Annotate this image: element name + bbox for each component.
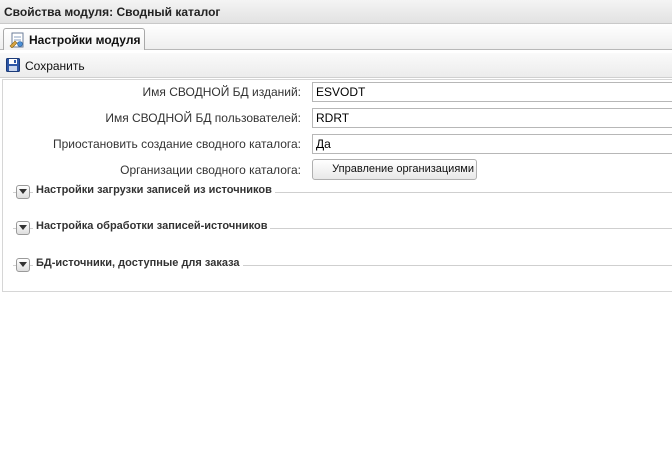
- save-label: Сохранить: [25, 59, 85, 73]
- settings-page-icon: [9, 32, 25, 49]
- users-db-input[interactable]: [312, 108, 672, 128]
- tab-label: Настройки модуля: [29, 33, 141, 47]
- section-source-loading: Настройки загрузки записей из источников: [13, 184, 672, 200]
- tab-module-settings[interactable]: Настройки модуля: [3, 28, 145, 50]
- suspend-catalog-field[interactable]: [312, 134, 672, 154]
- floppy-disk-icon: [6, 58, 20, 72]
- save-button[interactable]: Сохранить: [4, 57, 85, 74]
- section-title[interactable]: БД-источники, доступные для заказа: [33, 257, 243, 269]
- section-order-sources: БД-источники, доступные для заказа: [13, 257, 672, 273]
- field-label-users-db: Имя СВОДНОЙ БД пользователей:: [105, 111, 301, 125]
- publications-db-input[interactable]: [312, 82, 672, 102]
- section-source-processing: Настройка обработки записей-источников: [13, 220, 672, 236]
- window-title: Свойства модуля: Сводный каталог: [4, 5, 221, 19]
- field-label-organizations: Организации сводного каталога:: [120, 163, 301, 177]
- expand-toggle-icon[interactable]: [16, 221, 30, 235]
- module-settings-form: Имя СВОДНОЙ БД изданий: Имя СВОДНОЙ БД п…: [2, 79, 672, 292]
- section-title[interactable]: Настройка обработки записей-источников: [33, 220, 271, 232]
- field-label-publications-db: Имя СВОДНОЙ БД изданий:: [142, 85, 301, 99]
- window-title-bar: Свойства модуля: Сводный каталог: [0, 0, 672, 24]
- field-label-suspend-catalog: Приостановить создание сводного каталога…: [52, 137, 301, 151]
- section-title[interactable]: Настройки загрузки записей из источников: [33, 184, 275, 196]
- tab-strip: Настройки модуля: [0, 24, 672, 50]
- toolbar: Сохранить: [0, 53, 672, 78]
- expand-toggle-icon[interactable]: [16, 185, 30, 199]
- manage-organizations-button[interactable]: Управление организациями: [312, 159, 477, 180]
- expand-toggle-icon[interactable]: [16, 258, 30, 272]
